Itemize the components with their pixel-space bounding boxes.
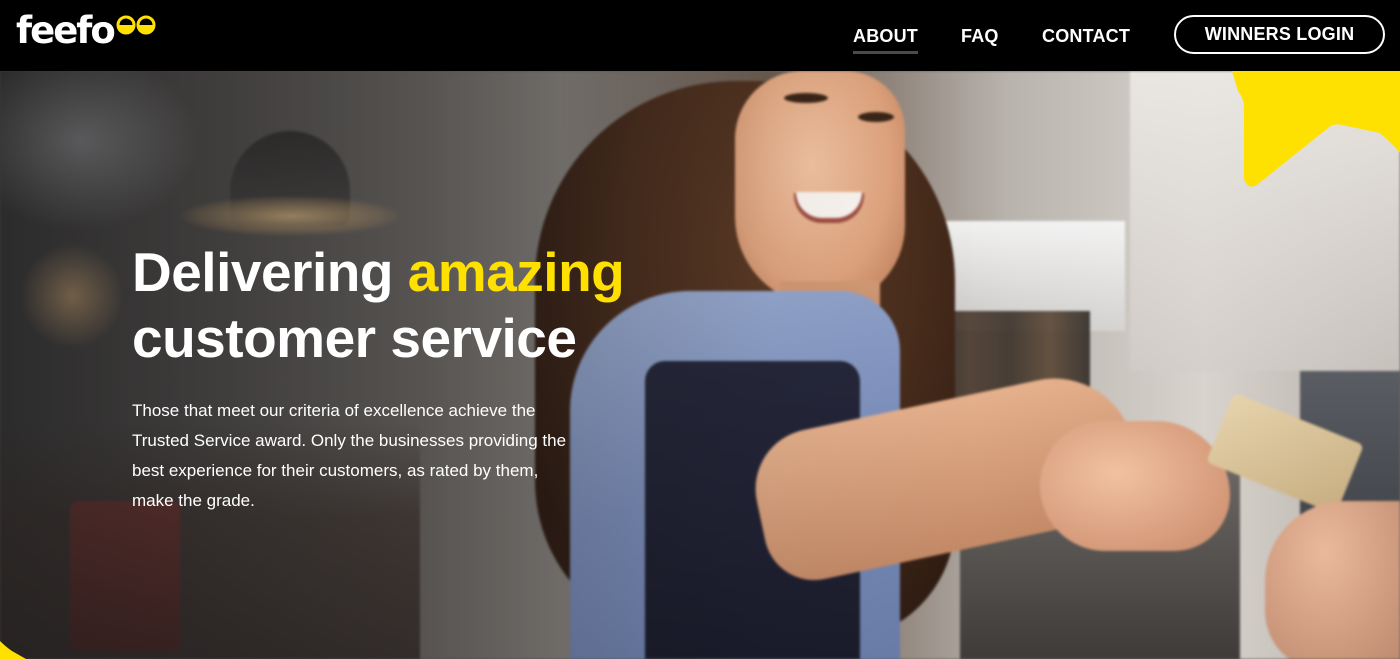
hero-title: Delivering amazing customer service bbox=[132, 239, 625, 371]
feefo-logo[interactable]: feefo bbox=[16, 9, 158, 53]
winners-login-button[interactable]: WINNERS LOGIN bbox=[1174, 15, 1385, 54]
nav-link-faq[interactable]: FAQ bbox=[961, 25, 999, 47]
hero-description: Those that meet our criteria of excellen… bbox=[132, 401, 567, 510]
hero-section: Delivering amazing customer service Those… bbox=[0, 71, 1400, 659]
nav-link-about[interactable]: ABOUT bbox=[853, 25, 918, 54]
nav-link-contact[interactable]: CONTACT bbox=[1042, 25, 1130, 47]
yellow-star-decoration-icon bbox=[1232, 71, 1400, 187]
hero-title-part1: Delivering bbox=[132, 241, 408, 303]
yellow-star-corner-icon bbox=[0, 641, 26, 659]
hero-title-part2: customer service bbox=[132, 307, 577, 369]
logo-eyes-icon bbox=[116, 15, 156, 35]
hero-title-highlight: amazing bbox=[407, 241, 625, 303]
page: feefo ABOUT FAQ CONTACT WINNERS LOGIN De… bbox=[0, 0, 1400, 659]
top-navbar: feefo ABOUT FAQ CONTACT WINNERS LOGIN bbox=[0, 0, 1400, 71]
logo-wordmark: feefo bbox=[16, 9, 116, 52]
